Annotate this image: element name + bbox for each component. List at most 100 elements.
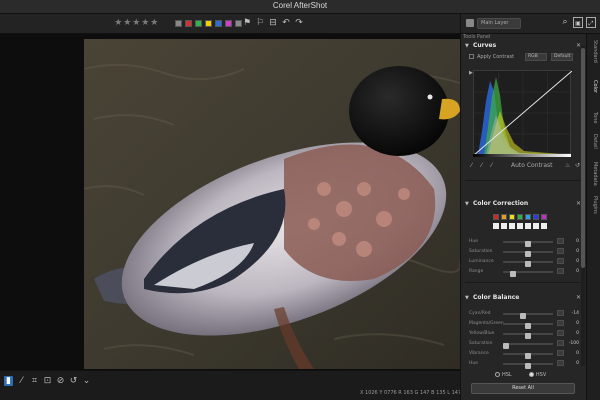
color-label-swatch[interactable] bbox=[225, 20, 232, 27]
slider-reset-button[interactable] bbox=[557, 258, 564, 264]
curve-menu-icon[interactable]: ↺ bbox=[575, 162, 580, 169]
color-label-swatch[interactable] bbox=[215, 20, 222, 27]
rotate-right-icon[interactable]: ↷ bbox=[294, 18, 304, 28]
radio-hsv[interactable] bbox=[528, 372, 534, 377]
color-swatch[interactable] bbox=[517, 214, 523, 220]
slider-knob[interactable] bbox=[525, 353, 531, 359]
swatch[interactable] bbox=[493, 223, 499, 229]
swatch[interactable] bbox=[541, 223, 547, 229]
slider-knob[interactable] bbox=[520, 313, 526, 319]
flag-pick-icon[interactable]: ⚑ bbox=[242, 18, 252, 28]
slider-reset-button[interactable] bbox=[557, 310, 564, 316]
swatch[interactable] bbox=[525, 223, 531, 229]
tab-standard[interactable]: Standard bbox=[590, 40, 598, 63]
color-label-swatch[interactable] bbox=[175, 20, 182, 27]
color-label-swatch[interactable] bbox=[205, 20, 212, 27]
slider-knob[interactable] bbox=[510, 271, 516, 277]
slider-knob[interactable] bbox=[525, 333, 531, 339]
crop-tool-icon[interactable]: ⌗ bbox=[30, 376, 39, 386]
slider-reset-button[interactable] bbox=[557, 248, 564, 254]
color-label-swatch[interactable] bbox=[185, 20, 192, 27]
star-icon[interactable]: ★ bbox=[114, 18, 123, 28]
slider-reset-button[interactable] bbox=[557, 350, 564, 356]
fullscreen-icon[interactable]: ⤢ bbox=[586, 17, 596, 28]
swatch[interactable] bbox=[517, 223, 523, 229]
curve-graph[interactable] bbox=[473, 70, 573, 156]
slider-track[interactable] bbox=[503, 241, 553, 247]
color-swatch[interactable] bbox=[509, 214, 515, 220]
slider-reset-button[interactable] bbox=[557, 330, 564, 336]
collapse-triangle-icon[interactable]: ▼ bbox=[465, 292, 473, 304]
apply-contrast-checkbox[interactable] bbox=[469, 54, 474, 59]
batch-icon[interactable]: ⊟ bbox=[268, 18, 278, 28]
color-swatch[interactable] bbox=[533, 214, 539, 220]
tab-plugins[interactable]: Plugins bbox=[590, 196, 598, 214]
slider-reset-button[interactable] bbox=[557, 360, 564, 366]
slider-track[interactable] bbox=[503, 251, 553, 257]
flag-reject-icon[interactable]: ⚐ bbox=[255, 18, 265, 28]
slider-reset-button[interactable] bbox=[557, 340, 564, 346]
tab-metadata[interactable]: Metadata bbox=[590, 162, 598, 186]
slider-knob[interactable] bbox=[502, 343, 509, 349]
collapse-triangle-icon[interactable]: ▼ bbox=[465, 40, 473, 52]
slider-track[interactable] bbox=[503, 323, 553, 329]
swatch[interactable] bbox=[533, 223, 539, 229]
brush-tool-icon[interactable]: ⁄ bbox=[17, 376, 26, 386]
slider-reset-button[interactable] bbox=[557, 238, 564, 244]
star-icon[interactable]: ★ bbox=[150, 18, 159, 28]
redeye-tool-icon[interactable]: ⊘ bbox=[56, 376, 65, 386]
color-swatch[interactable] bbox=[501, 214, 507, 220]
radio-hsl[interactable] bbox=[495, 372, 500, 377]
slider-reset-button[interactable] bbox=[557, 320, 564, 326]
curve-reset-icon[interactable]: ♨ bbox=[565, 162, 570, 169]
slider-track[interactable] bbox=[503, 271, 553, 277]
color-swatch[interactable] bbox=[541, 214, 547, 220]
slider-knob[interactable] bbox=[525, 323, 531, 329]
color-label-swatch[interactable] bbox=[235, 20, 242, 27]
image-viewer[interactable] bbox=[0, 34, 460, 370]
search-icon[interactable]: ⌕ bbox=[560, 17, 570, 28]
rating-stars[interactable]: ★★★★★ bbox=[114, 18, 159, 28]
slider-track[interactable] bbox=[503, 313, 553, 319]
color-swatch[interactable] bbox=[493, 214, 499, 220]
eyedropper-white-icon[interactable]: ⁄ bbox=[491, 162, 492, 169]
color-swatch[interactable] bbox=[525, 214, 531, 220]
rotate-left-icon[interactable]: ↶ bbox=[281, 18, 291, 28]
auto-contrast-label[interactable]: Auto Contrast bbox=[511, 162, 552, 169]
select-tool-icon[interactable]: ▮ bbox=[4, 376, 13, 386]
heal-tool-icon[interactable]: ↺ bbox=[69, 376, 78, 386]
eyedropper-black-icon[interactable]: ⁄ bbox=[471, 162, 472, 169]
slider-knob[interactable] bbox=[525, 251, 531, 257]
slider-track[interactable] bbox=[503, 353, 553, 359]
curves-header[interactable]: ▼ Curves ✕ bbox=[465, 40, 583, 52]
star-icon[interactable]: ★ bbox=[141, 18, 150, 28]
reset-all-button[interactable]: Reset All bbox=[471, 383, 575, 394]
color-balance-header[interactable]: ▼ Color Balance ✕ bbox=[465, 292, 583, 304]
tab-detail[interactable]: Detail bbox=[590, 134, 598, 149]
panel-scrollbar-thumb[interactable] bbox=[581, 48, 585, 268]
slider-knob[interactable] bbox=[525, 363, 531, 369]
collapse-triangle-icon[interactable]: ▼ bbox=[465, 198, 473, 210]
tab-tone[interactable]: Tone bbox=[590, 112, 598, 124]
slider-knob[interactable] bbox=[525, 261, 531, 267]
swatch[interactable] bbox=[509, 223, 515, 229]
color-label-swatch[interactable] bbox=[195, 20, 202, 27]
star-icon[interactable]: ★ bbox=[123, 18, 132, 28]
straighten-tool-icon[interactable]: ⊡ bbox=[43, 376, 52, 386]
slider-track[interactable] bbox=[503, 363, 553, 369]
curve-mode-select[interactable]: Default bbox=[551, 53, 573, 61]
swatch[interactable] bbox=[501, 223, 507, 229]
slider-track[interactable] bbox=[502, 343, 553, 349]
tool-dropdown-icon[interactable]: ⌄ bbox=[82, 376, 91, 386]
color-correction-header[interactable]: ▼ Color Correction ✕ bbox=[465, 198, 583, 210]
channel-select[interactable]: RGB bbox=[525, 53, 547, 61]
slider-track[interactable] bbox=[503, 333, 553, 339]
slider-track[interactable] bbox=[503, 261, 553, 267]
slider-knob[interactable] bbox=[525, 241, 531, 247]
star-icon[interactable]: ★ bbox=[132, 18, 141, 28]
tab-color[interactable]: Color bbox=[590, 80, 598, 93]
layer-select[interactable]: Main Layer bbox=[477, 18, 521, 29]
eyedropper-gray-icon[interactable]: ⁄ bbox=[481, 162, 482, 169]
slider-reset-button[interactable] bbox=[557, 268, 564, 274]
compare-icon[interactable]: ▣ bbox=[573, 17, 583, 28]
